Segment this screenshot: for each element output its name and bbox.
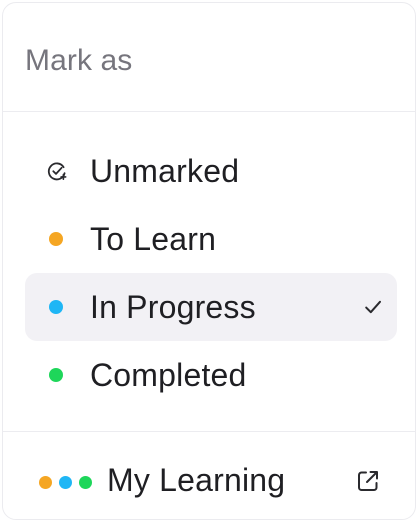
status-dot-icon (49, 232, 63, 246)
mark-as-menu: Mark as Unmarked To Learn In Progress Co… (2, 2, 416, 520)
menu-item-label: In Progress (90, 289, 256, 325)
menu-item-label: To Learn (90, 221, 217, 257)
green-dot-icon (79, 476, 92, 489)
status-dot-icon (49, 300, 63, 314)
menu-item-completed[interactable]: Completed (25, 341, 397, 409)
menu-header: Mark as (3, 3, 415, 112)
menu-title: Mark as (25, 44, 133, 77)
menu-item-label: Unmarked (90, 153, 240, 189)
status-dot-icon (49, 368, 63, 382)
checkmark-icon (365, 300, 381, 314)
check-circle-icon (47, 162, 67, 181)
my-learning-link[interactable]: My Learning (3, 431, 415, 520)
orange-dot-icon (39, 476, 52, 489)
menu-item-to-learn[interactable]: To Learn (25, 205, 397, 273)
menu-item-label: Completed (90, 357, 247, 393)
my-learning-label: My Learning (107, 462, 286, 498)
blue-dot-icon (59, 476, 72, 489)
external-link-icon[interactable] (354, 467, 382, 495)
menu-item-in-progress[interactable]: In Progress (25, 273, 397, 341)
menu-item-unmarked[interactable]: Unmarked (25, 137, 397, 205)
